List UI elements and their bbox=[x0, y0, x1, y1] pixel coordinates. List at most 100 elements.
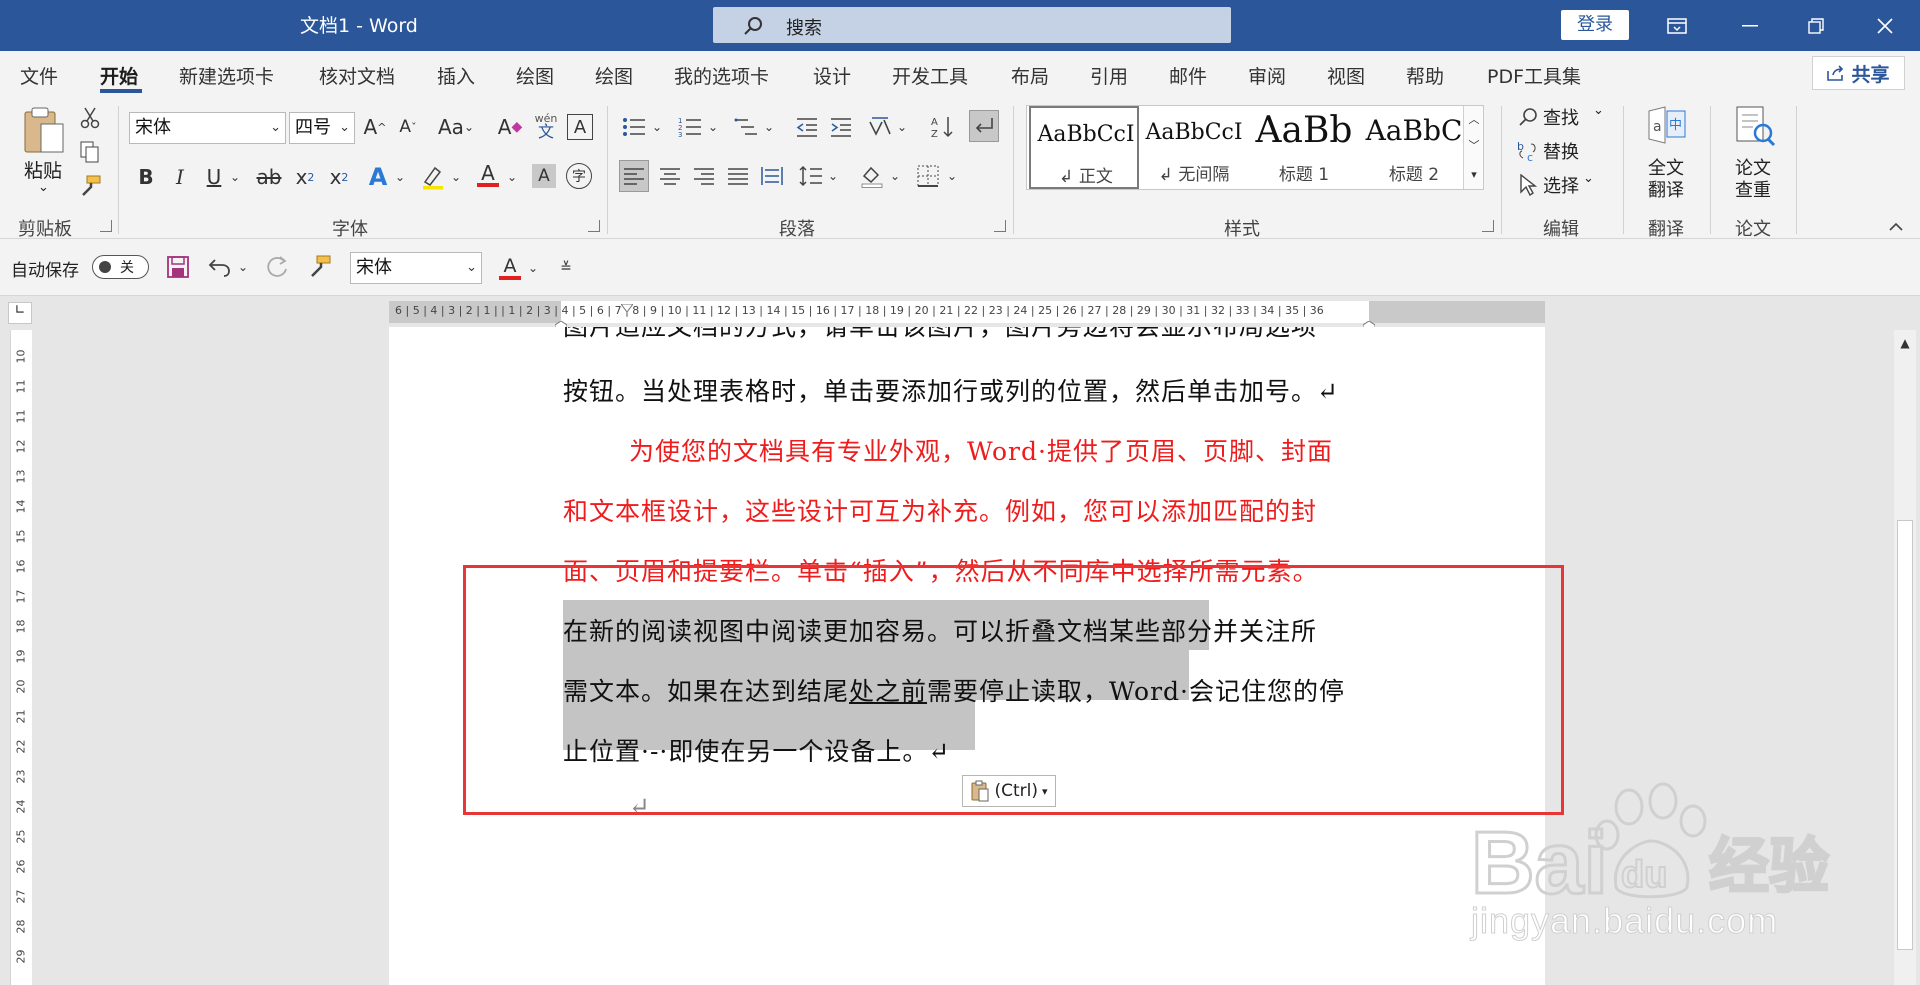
shading-icon[interactable] bbox=[857, 160, 887, 192]
qat-font-color-icon[interactable]: A bbox=[496, 251, 524, 285]
undo-dropdown-icon[interactable]: ⌄ bbox=[236, 253, 250, 281]
login-button[interactable]: 登录 bbox=[1561, 10, 1629, 40]
change-case-icon[interactable]: Aa ⌄ bbox=[434, 112, 478, 142]
multilevel-dropdown-icon[interactable]: ⌄ bbox=[762, 112, 776, 142]
line-spacing-icon[interactable] bbox=[796, 160, 826, 192]
tab-proofread[interactable]: 核对文档 bbox=[319, 62, 395, 89]
subscript-icon[interactable]: x2 bbox=[292, 162, 318, 192]
format-painter-qat-icon[interactable] bbox=[306, 253, 334, 281]
cut-icon[interactable] bbox=[78, 106, 102, 130]
show-paragraph-marks-icon[interactable] bbox=[969, 110, 999, 142]
tab-developer[interactable]: 开发工具 bbox=[892, 62, 968, 89]
strikethrough-icon[interactable]: ab bbox=[254, 162, 284, 192]
tab-home[interactable]: 开始 bbox=[100, 62, 138, 89]
paste-label[interactable]: 粘贴 bbox=[24, 156, 62, 183]
select-label[interactable]: 选择 bbox=[1543, 172, 1579, 198]
character-shading-icon[interactable]: A bbox=[532, 164, 556, 188]
numbering-icon[interactable]: 123 bbox=[675, 112, 705, 142]
scroll-thumb[interactable] bbox=[1897, 520, 1913, 950]
font-color-icon[interactable]: A bbox=[474, 158, 502, 192]
align-left-icon[interactable] bbox=[619, 160, 649, 192]
style-normal[interactable]: AaBbCcI ↲ 正文 bbox=[1029, 106, 1139, 189]
tab-my-tab[interactable]: 我的选项卡 bbox=[674, 62, 769, 89]
highlight-color-icon[interactable] bbox=[418, 162, 448, 192]
customize-qat-icon[interactable]: ≚ bbox=[556, 253, 576, 283]
paragraph-dialog-launcher-icon[interactable] bbox=[994, 220, 1006, 232]
tab-new-tab[interactable]: 新建选项卡 bbox=[179, 62, 274, 89]
format-painter-icon[interactable] bbox=[78, 174, 102, 198]
borders-dropdown-icon[interactable]: ⌄ bbox=[945, 160, 959, 192]
tab-insert[interactable]: 插入 bbox=[437, 62, 475, 89]
line-spacing-dropdown-icon[interactable]: ⌄ bbox=[826, 160, 840, 192]
chinese-layout-dropdown-icon[interactable]: ⌄ bbox=[895, 112, 909, 142]
find-icon[interactable] bbox=[1516, 104, 1540, 130]
text-effects-icon[interactable]: A bbox=[364, 162, 392, 192]
decrease-indent-icon[interactable] bbox=[793, 112, 821, 142]
italic-icon[interactable]: I bbox=[167, 162, 193, 192]
vertical-scrollbar[interactable]: ▲ bbox=[1894, 330, 1916, 985]
underline-icon[interactable]: U bbox=[201, 162, 227, 192]
paste-options-button[interactable]: (Ctrl) ▾ bbox=[962, 775, 1056, 807]
paste-dropdown-arrow[interactable]: ⌄ bbox=[38, 180, 49, 195]
chinese-layout-icon[interactable] bbox=[866, 112, 894, 142]
style-heading-1[interactable]: AaBb 标题 1 bbox=[1249, 106, 1359, 189]
paper-check-line2[interactable]: 查重 bbox=[1735, 176, 1771, 202]
style-heading-2[interactable]: AaBbC 标题 2 bbox=[1359, 106, 1469, 189]
scroll-up-arrow-icon[interactable]: ▲ bbox=[1896, 334, 1914, 352]
replace-label[interactable]: 替换 bbox=[1543, 138, 1579, 164]
bold-icon[interactable]: B bbox=[133, 162, 159, 192]
underline-dropdown-icon[interactable]: ⌄ bbox=[228, 162, 242, 192]
bullets-dropdown-icon[interactable]: ⌄ bbox=[650, 112, 664, 142]
scroll-up-icon[interactable]: ︿ bbox=[1466, 110, 1482, 128]
multilevel-list-icon[interactable] bbox=[731, 112, 761, 142]
tab-references[interactable]: 引用 bbox=[1090, 62, 1128, 89]
style-no-spacing[interactable]: AaBbCcI ↲ 无间隔 bbox=[1139, 106, 1249, 189]
close-icon[interactable] bbox=[1857, 0, 1912, 51]
numbering-dropdown-icon[interactable]: ⌄ bbox=[706, 112, 720, 142]
font-size-dropdown[interactable]: 四号 ⌄ bbox=[289, 112, 355, 144]
ribbon-display-options-icon[interactable] bbox=[1649, 0, 1704, 51]
font-color-dropdown-icon[interactable]: ⌄ bbox=[505, 162, 519, 192]
copy-icon[interactable] bbox=[78, 140, 102, 164]
find-dropdown-icon[interactable]: ⌄ bbox=[1593, 103, 1604, 118]
redo-icon[interactable] bbox=[264, 253, 292, 281]
select-cursor-icon[interactable] bbox=[1516, 172, 1540, 198]
grow-font-icon[interactable]: A ^ bbox=[362, 112, 388, 142]
tab-draw-2[interactable]: 绘图 bbox=[595, 62, 633, 89]
shading-dropdown-icon[interactable]: ⌄ bbox=[888, 160, 902, 192]
font-name-dropdown[interactable]: 宋体 ⌄ bbox=[129, 112, 286, 144]
styles-dialog-launcher-icon[interactable] bbox=[1482, 220, 1494, 232]
tab-design[interactable]: 设计 bbox=[813, 62, 851, 89]
distributed-icon[interactable] bbox=[757, 160, 787, 192]
autosave-toggle[interactable]: 关 bbox=[92, 255, 149, 279]
tab-selector-icon[interactable]: ∟ bbox=[8, 302, 32, 324]
tab-help[interactable]: 帮助 bbox=[1406, 62, 1444, 89]
paste-icon[interactable] bbox=[18, 102, 70, 162]
highlight-dropdown-icon[interactable]: ⌄ bbox=[449, 162, 463, 192]
share-button[interactable]: 共享 bbox=[1812, 56, 1905, 90]
replace-icon[interactable]: bc bbox=[1516, 138, 1540, 164]
tab-review[interactable]: 审阅 bbox=[1248, 62, 1286, 89]
tab-mailings[interactable]: 邮件 bbox=[1169, 62, 1207, 89]
clipboard-dialog-launcher-icon[interactable] bbox=[100, 220, 112, 232]
phonetic-guide-icon[interactable]: wén 文 bbox=[532, 108, 560, 144]
save-icon[interactable] bbox=[164, 253, 192, 281]
scroll-down-icon[interactable]: ﹀ bbox=[1466, 136, 1482, 154]
restore-icon[interactable] bbox=[1788, 0, 1843, 51]
increase-indent-icon[interactable] bbox=[827, 112, 855, 142]
font-dialog-launcher-icon[interactable] bbox=[588, 220, 600, 232]
shrink-font-icon[interactable]: Aˇ bbox=[395, 112, 421, 142]
plagiarism-check-icon[interactable] bbox=[1731, 104, 1779, 150]
translate-line2[interactable]: 翻译 bbox=[1648, 176, 1684, 202]
tab-file[interactable]: 文件 bbox=[20, 62, 58, 89]
justify-icon[interactable] bbox=[723, 160, 753, 192]
bullets-icon[interactable] bbox=[619, 112, 649, 142]
undo-icon[interactable] bbox=[206, 253, 234, 281]
superscript-icon[interactable]: x2 bbox=[326, 162, 352, 192]
collapse-ribbon-icon[interactable] bbox=[1886, 217, 1906, 235]
right-indent-marker[interactable] bbox=[1362, 314, 1376, 332]
tab-draw-1[interactable]: 绘图 bbox=[516, 62, 554, 89]
more-styles-icon[interactable]: ▾ bbox=[1466, 164, 1482, 184]
minimize-icon[interactable] bbox=[1722, 0, 1777, 51]
select-dropdown-icon[interactable]: ⌄ bbox=[1583, 171, 1594, 186]
